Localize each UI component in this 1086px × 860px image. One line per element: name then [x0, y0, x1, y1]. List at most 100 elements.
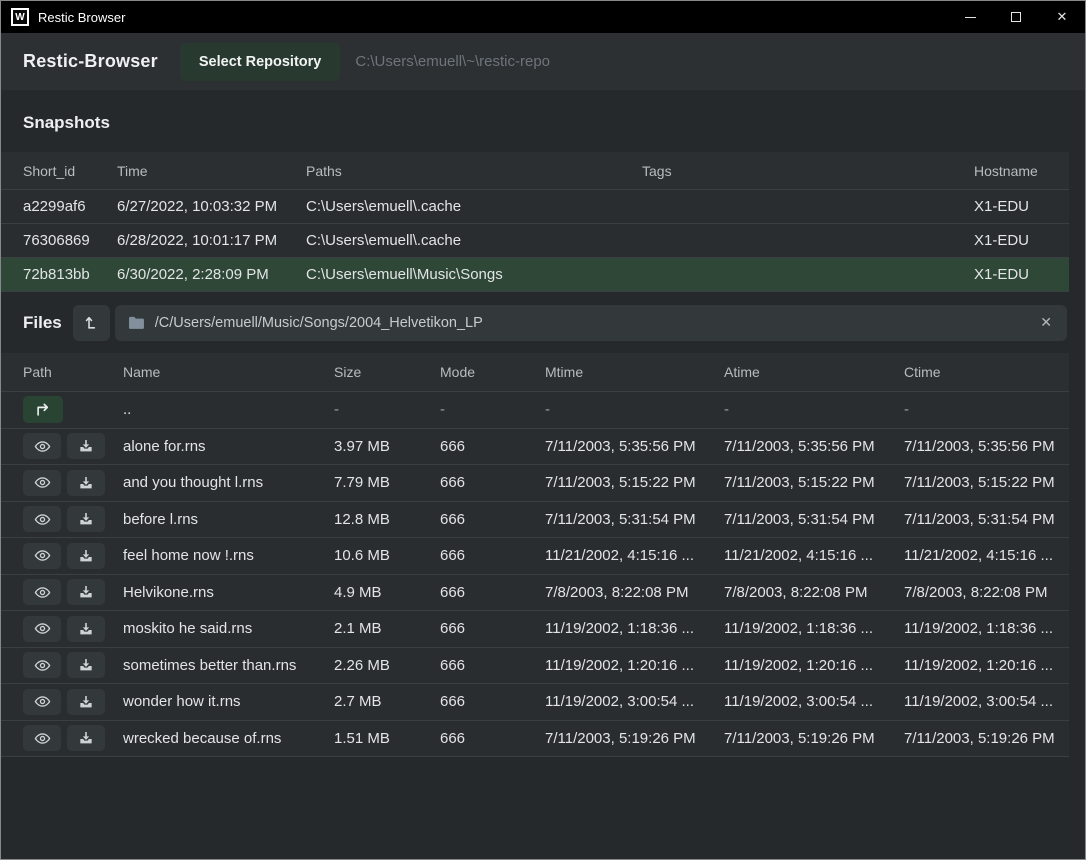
- select-repository-button[interactable]: Select Repository: [180, 43, 341, 81]
- current-path-value: /C/Users/emuell/Music/Songs/2004_Helveti…: [155, 315, 1029, 331]
- go-to-parent-button[interactable]: [23, 396, 63, 423]
- download-icon: [78, 694, 94, 710]
- snapshots-table-body: a2299af6 6/27/2022, 10:03:32 PM C:\Users…: [1, 189, 1069, 291]
- column-header-name: Name: [123, 364, 334, 380]
- file-row: wrecked because of.rns 1.51 MB 666 7/11/…: [1, 720, 1069, 757]
- file-mtime: 7/8/2003, 8:22:08 PM: [545, 584, 724, 601]
- download-file-button[interactable]: [67, 543, 105, 569]
- minimize-icon: [965, 17, 976, 18]
- eye-icon: [34, 730, 51, 747]
- snapshot-row[interactable]: a2299af6 6/27/2022, 10:03:32 PM C:\Users…: [1, 189, 1069, 223]
- files-table-body: alone for.rns 3.97 MB 666 7/11/2003, 5:3…: [1, 428, 1069, 757]
- file-mtime: 7/11/2003, 5:15:22 PM: [545, 474, 724, 491]
- file-ctime: 11/19/2002, 1:20:16 ...: [904, 657, 1069, 674]
- eye-icon: [34, 584, 51, 601]
- file-mtime: 7/11/2003, 5:35:56 PM: [545, 438, 724, 455]
- download-icon: [78, 438, 94, 454]
- file-size: 7.79 MB: [334, 474, 440, 491]
- download-icon: [78, 511, 94, 527]
- file-mode: -: [440, 401, 545, 418]
- preview-file-button[interactable]: [23, 470, 61, 496]
- snapshot-row[interactable]: 76306869 6/28/2022, 10:01:17 PM C:\Users…: [1, 223, 1069, 257]
- file-name: wonder how it.rns: [123, 693, 334, 710]
- close-icon: ✕: [1057, 9, 1068, 25]
- column-header-tags: Tags: [642, 163, 974, 179]
- column-header-atime: Atime: [724, 364, 904, 380]
- download-file-button[interactable]: [67, 652, 105, 678]
- app-logo-icon: W: [11, 8, 29, 26]
- file-ctime: 7/8/2003, 8:22:08 PM: [904, 584, 1069, 601]
- file-ctime: 7/11/2003, 5:35:56 PM: [904, 438, 1069, 455]
- file-atime: 11/19/2002, 3:00:54 ...: [724, 693, 904, 710]
- file-size: 2.26 MB: [334, 657, 440, 674]
- preview-file-button[interactable]: [23, 579, 61, 605]
- file-ctime: 7/11/2003, 5:15:22 PM: [904, 474, 1069, 491]
- file-mode: 666: [440, 438, 545, 455]
- download-file-button[interactable]: [67, 616, 105, 642]
- file-size: 3.97 MB: [334, 438, 440, 455]
- file-atime: 7/11/2003, 5:31:54 PM: [724, 511, 904, 528]
- preview-file-button[interactable]: [23, 433, 61, 459]
- file-row: sometimes better than.rns 2.26 MB 666 11…: [1, 647, 1069, 684]
- preview-file-button[interactable]: [23, 616, 61, 642]
- preview-file-button[interactable]: [23, 543, 61, 569]
- snapshots-heading: Snapshots: [1, 90, 1085, 152]
- download-file-button[interactable]: [67, 579, 105, 605]
- current-path-input[interactable]: /C/Users/emuell/Music/Songs/2004_Helveti…: [115, 305, 1067, 341]
- eye-icon: [34, 547, 51, 564]
- preview-file-button[interactable]: [23, 506, 61, 532]
- download-icon: [78, 621, 94, 637]
- file-size: -: [334, 401, 440, 418]
- column-header-time: Time: [117, 163, 306, 179]
- file-name: ..: [123, 401, 334, 418]
- download-file-button[interactable]: [67, 725, 105, 751]
- file-name: feel home now !.rns: [123, 547, 334, 564]
- column-header-short-id: Short_id: [23, 163, 117, 179]
- files-table: Path Name Size Mode Mtime Atime Ctime ..…: [1, 353, 1069, 757]
- download-file-button[interactable]: [67, 689, 105, 715]
- snapshot-hostname: X1-EDU: [974, 198, 1069, 215]
- parent-directory-row: .. - - - - -: [1, 391, 1069, 428]
- file-mtime: 11/19/2002, 3:00:54 ...: [545, 693, 724, 710]
- snapshot-paths: C:\Users\emuell\.cache: [306, 232, 642, 249]
- go-to-root-button[interactable]: [73, 305, 110, 341]
- file-row: moskito he said.rns 2.1 MB 666 11/19/200…: [1, 610, 1069, 647]
- file-row: Helvikone.rns 4.9 MB 666 7/8/2003, 8:22:…: [1, 574, 1069, 611]
- file-size: 1.51 MB: [334, 730, 440, 747]
- snapshot-short-id: 76306869: [23, 232, 117, 249]
- app-logo-letter: W: [15, 12, 24, 23]
- eye-icon: [34, 438, 51, 455]
- maximize-button[interactable]: [993, 1, 1039, 33]
- file-mtime: 7/11/2003, 5:19:26 PM: [545, 730, 724, 747]
- snapshot-short-id: 72b813bb: [23, 266, 117, 283]
- snapshot-time: 6/27/2022, 10:03:32 PM: [117, 198, 306, 215]
- clear-path-button[interactable]: ✕: [1038, 314, 1054, 331]
- preview-file-button[interactable]: [23, 725, 61, 751]
- preview-file-button[interactable]: [23, 652, 61, 678]
- file-name: Helvikone.rns: [123, 584, 334, 601]
- file-atime: 11/19/2002, 1:20:16 ...: [724, 657, 904, 674]
- snapshot-short-id: a2299af6: [23, 198, 117, 215]
- file-atime: -: [724, 401, 904, 418]
- close-button[interactable]: ✕: [1039, 1, 1085, 33]
- preview-file-button[interactable]: [23, 689, 61, 715]
- file-ctime: 7/11/2003, 5:31:54 PM: [904, 511, 1069, 528]
- repository-path-field[interactable]: C:\Users\emuell\~\restic-repo: [355, 53, 550, 70]
- download-file-button[interactable]: [67, 470, 105, 496]
- eye-icon: [34, 693, 51, 710]
- file-row: alone for.rns 3.97 MB 666 7/11/2003, 5:3…: [1, 428, 1069, 465]
- file-atime: 11/19/2002, 1:18:36 ...: [724, 620, 904, 637]
- file-row: before l.rns 12.8 MB 666 7/11/2003, 5:31…: [1, 501, 1069, 538]
- snapshot-row[interactable]: 72b813bb 6/30/2022, 2:28:09 PM C:\Users\…: [1, 257, 1069, 291]
- column-header-path: Path: [23, 364, 123, 380]
- clear-icon: ✕: [1040, 314, 1052, 330]
- download-file-button[interactable]: [67, 506, 105, 532]
- minimize-button[interactable]: [947, 1, 993, 33]
- file-mode: 666: [440, 620, 545, 637]
- maximize-icon: [1011, 12, 1021, 22]
- download-file-button[interactable]: [67, 433, 105, 459]
- file-name: sometimes better than.rns: [123, 657, 334, 674]
- file-name: before l.rns: [123, 511, 334, 528]
- download-icon: [78, 475, 94, 491]
- snapshots-table: Short_id Time Paths Tags Hostname a2299a…: [1, 152, 1069, 292]
